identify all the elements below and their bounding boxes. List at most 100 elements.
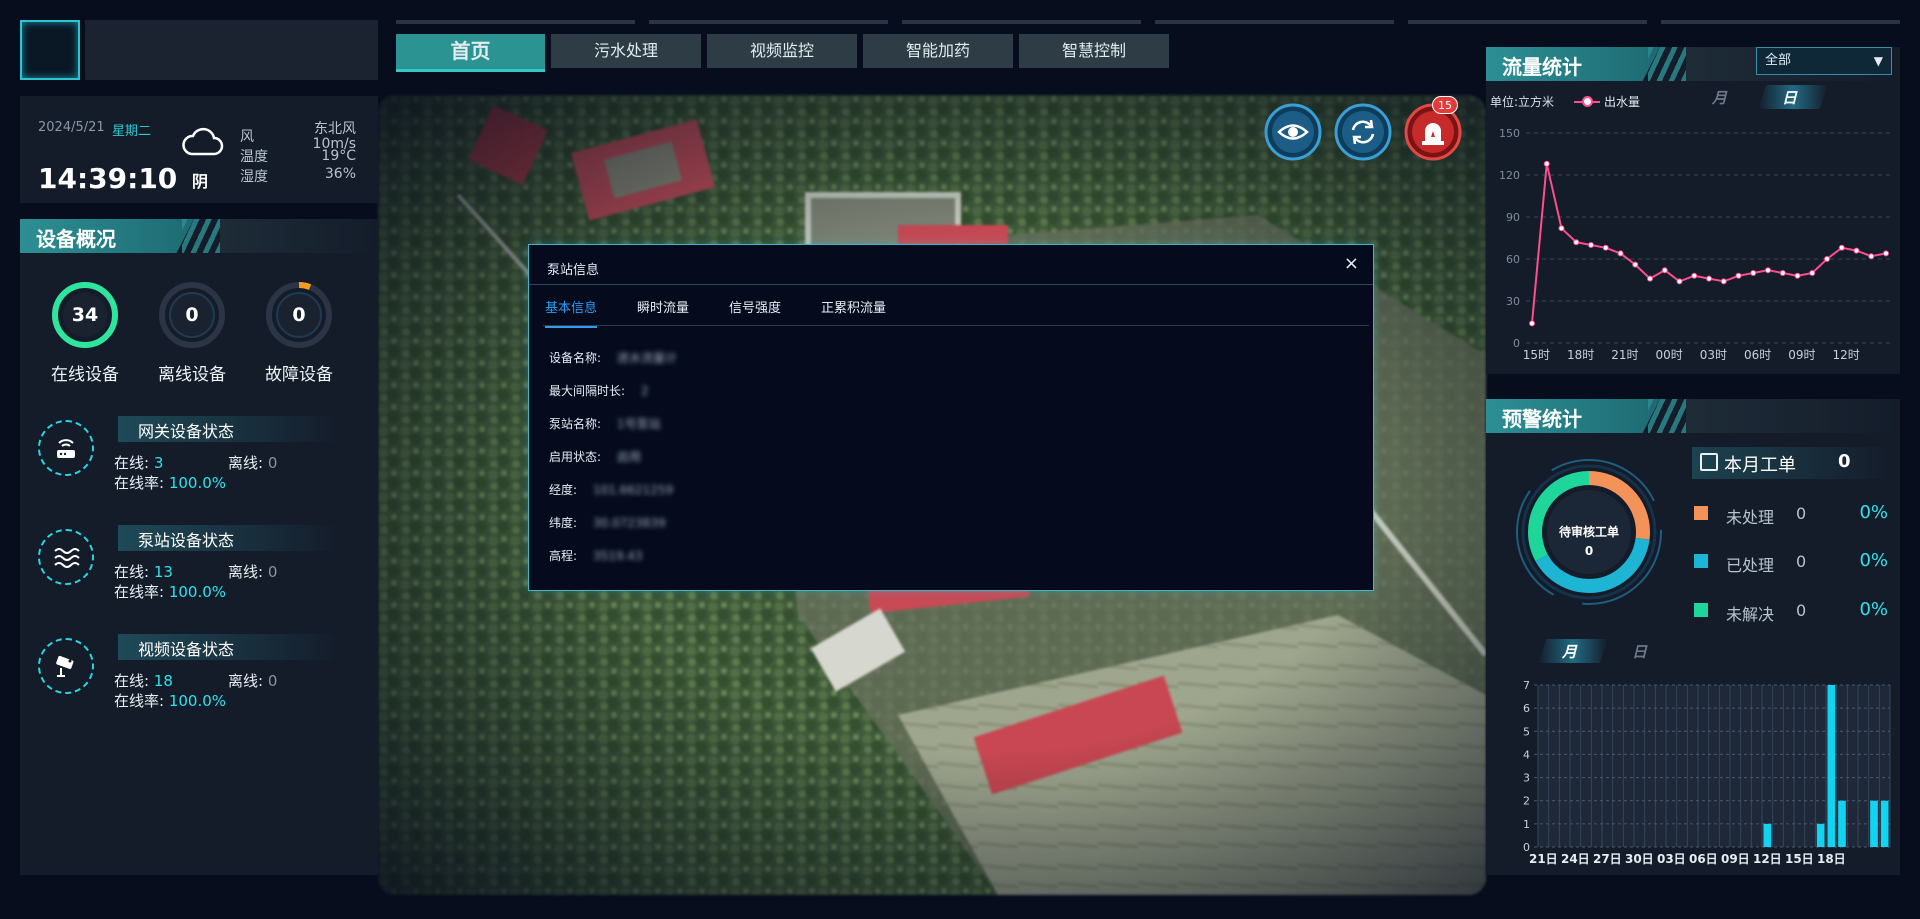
nav-tab-video[interactable]: 视频监控 (707, 34, 857, 68)
station-select[interactable]: 全部 ▼ (1756, 47, 1892, 75)
tab-instant-flow[interactable]: 瞬时流量 (637, 297, 689, 328)
water-wave-icon (38, 529, 94, 585)
monthly-work-order-label: 本月工单 (1724, 455, 1796, 476)
logo (20, 20, 80, 80)
info-row-enabled: 启用状态: 启用 (549, 450, 642, 464)
close-icon[interactable]: × (1344, 253, 1359, 274)
wind-label: 风 (240, 129, 254, 145)
data-point (1824, 256, 1830, 262)
warning-toggle-day[interactable]: 日 (1632, 641, 1647, 662)
y-tick-label: 90 (1506, 211, 1520, 224)
warning-statistics-title: 预警统计 (1502, 407, 1582, 431)
legend-unresolved-pct: 0% (1859, 599, 1888, 620)
nav-tab-dosing[interactable]: 智能加药 (863, 34, 1013, 68)
legend-unprocessed-pct: 0% (1859, 502, 1888, 523)
x-tick-label: 30日 (1625, 852, 1654, 866)
data-point (1558, 225, 1565, 232)
video-rate: 在线率: 100.0% (114, 692, 227, 710)
humidity-value: 36% (324, 166, 356, 182)
y-tick-label: 150 (1499, 127, 1520, 140)
pump-online-count: 13 (153, 563, 173, 581)
info-row-longitude: 经度: 101.6621259 (549, 483, 674, 497)
current-date: 2024/5/21 (38, 120, 105, 135)
pump-status-block: 泵站设备状态 在线: 13 离线: 0 在线率: 100.0% (20, 525, 378, 605)
flow-statistics-title: 流量统计 (1502, 55, 1582, 79)
x-tick-label: 03日 (1657, 852, 1686, 866)
station-select-value: 全部 (1765, 53, 1792, 68)
legend-dot-icon (1582, 96, 1593, 107)
data-point (1750, 270, 1757, 276)
flow-toggle-month[interactable]: 月 (1712, 87, 1727, 108)
gateway-offline: 离线: 0 (228, 454, 278, 472)
device-overview-header: 设备概况 (20, 219, 378, 255)
data-point (1661, 267, 1668, 274)
monthly-work-order-count: 0 (1838, 451, 1851, 472)
legend-processed-pct: 0% (1859, 550, 1888, 571)
nav-tab-sewage[interactable]: 污水处理 (551, 34, 701, 68)
gateway-rate: 在线率: 100.0% (114, 474, 227, 492)
x-tick-label: 24日 (1561, 852, 1590, 866)
warning-statistics-header: 预警统计 (1486, 399, 1900, 435)
current-time: 14:39:10 (38, 162, 178, 195)
data-point (1765, 267, 1771, 274)
system-title-bar (85, 20, 378, 80)
data-point (1647, 275, 1653, 282)
flow-legend-label: 出水量 (1604, 95, 1641, 109)
online-devices-label: 在线设备 (51, 365, 119, 385)
legend-processed-label: 已处理 (1726, 556, 1775, 575)
data-point (1779, 270, 1786, 276)
bar (1870, 800, 1878, 847)
warning-toggle-month[interactable]: 月 (1562, 641, 1577, 662)
temp-label: 温度 (240, 149, 268, 165)
data-point (1632, 261, 1639, 268)
pump-station-info-modal: 泵站信息 × 基本信息 瞬时流量 信号强度 正累积流量 设备名称: 进水流量计 最… (528, 244, 1374, 591)
x-tick-label: 12日 (1753, 852, 1782, 866)
data-point (1529, 320, 1535, 327)
offline-devices-count: 0 (185, 304, 199, 326)
video-rate-value: 100.0% (168, 692, 227, 710)
bar (1816, 823, 1825, 847)
video-online: 在线: 18 (114, 672, 173, 690)
legend-unresolved-label: 未解决 (1726, 605, 1775, 624)
data-point (1720, 278, 1727, 285)
gateway-rate-value: 100.0% (168, 474, 227, 492)
offline-devices-label: 离线设备 (158, 365, 226, 385)
data-point (1588, 242, 1594, 248)
nav-tab-control[interactable]: 智慧控制 (1019, 34, 1169, 68)
y-tick-label: 3 (1523, 772, 1530, 785)
router-icon (38, 420, 94, 476)
data-point (1676, 278, 1683, 285)
gateway-status-block: 网关设备状态 在线: 3 离线: 0 在线率: 100.0% (20, 416, 378, 496)
gateway-status-title: 网关设备状态 (138, 422, 235, 441)
legend-unprocessed-swatch (1694, 506, 1708, 520)
data-point (1602, 244, 1609, 251)
main-nav: 首页 污水处理 视频监控 智能加药 智慧控制 (396, 34, 1169, 72)
eye-button[interactable] (1264, 103, 1322, 161)
y-tick-label: 4 (1523, 748, 1530, 761)
online-devices-count: 34 (71, 304, 99, 326)
flow-toggle-day[interactable]: 日 (1782, 87, 1797, 108)
warning-statistics-panel: 预警统计 待审核工单 0 本月工单 0 未处理 0 0% 已处理 0 0% 未解… (1486, 399, 1900, 875)
y-tick-label: 6 (1523, 702, 1530, 715)
data-point (1868, 253, 1875, 260)
x-tick-label: 18日 (1817, 852, 1846, 866)
x-tick-label: 21时 (1611, 348, 1638, 362)
tab-signal-strength[interactable]: 信号强度 (729, 297, 781, 328)
tab-basic-info[interactable]: 基本信息 (545, 297, 598, 328)
refresh-button[interactable] (1334, 103, 1392, 161)
pump-offline-count: 0 (267, 563, 278, 581)
tab-cumulative-flow[interactable]: 正累积流量 (821, 297, 886, 328)
x-tick-label: 06日 (1689, 852, 1718, 866)
x-tick-label: 03时 (1700, 348, 1727, 362)
series-line (1531, 163, 1887, 324)
y-tick-label: 120 (1499, 169, 1520, 182)
bar (1763, 823, 1772, 847)
nav-tab-home[interactable]: 首页 (396, 34, 545, 72)
y-tick-label: 1 (1523, 818, 1530, 831)
humidity-label: 湿度 (240, 169, 268, 185)
data-point (1853, 247, 1860, 254)
info-row-station-name: 泵站名称: 1号泵站 (549, 417, 661, 431)
modal-title: 泵站信息 (547, 263, 600, 278)
info-row-max-interval: 最大间隔时长: 2 (549, 384, 649, 398)
donut-center-value: 0 (1584, 544, 1594, 558)
